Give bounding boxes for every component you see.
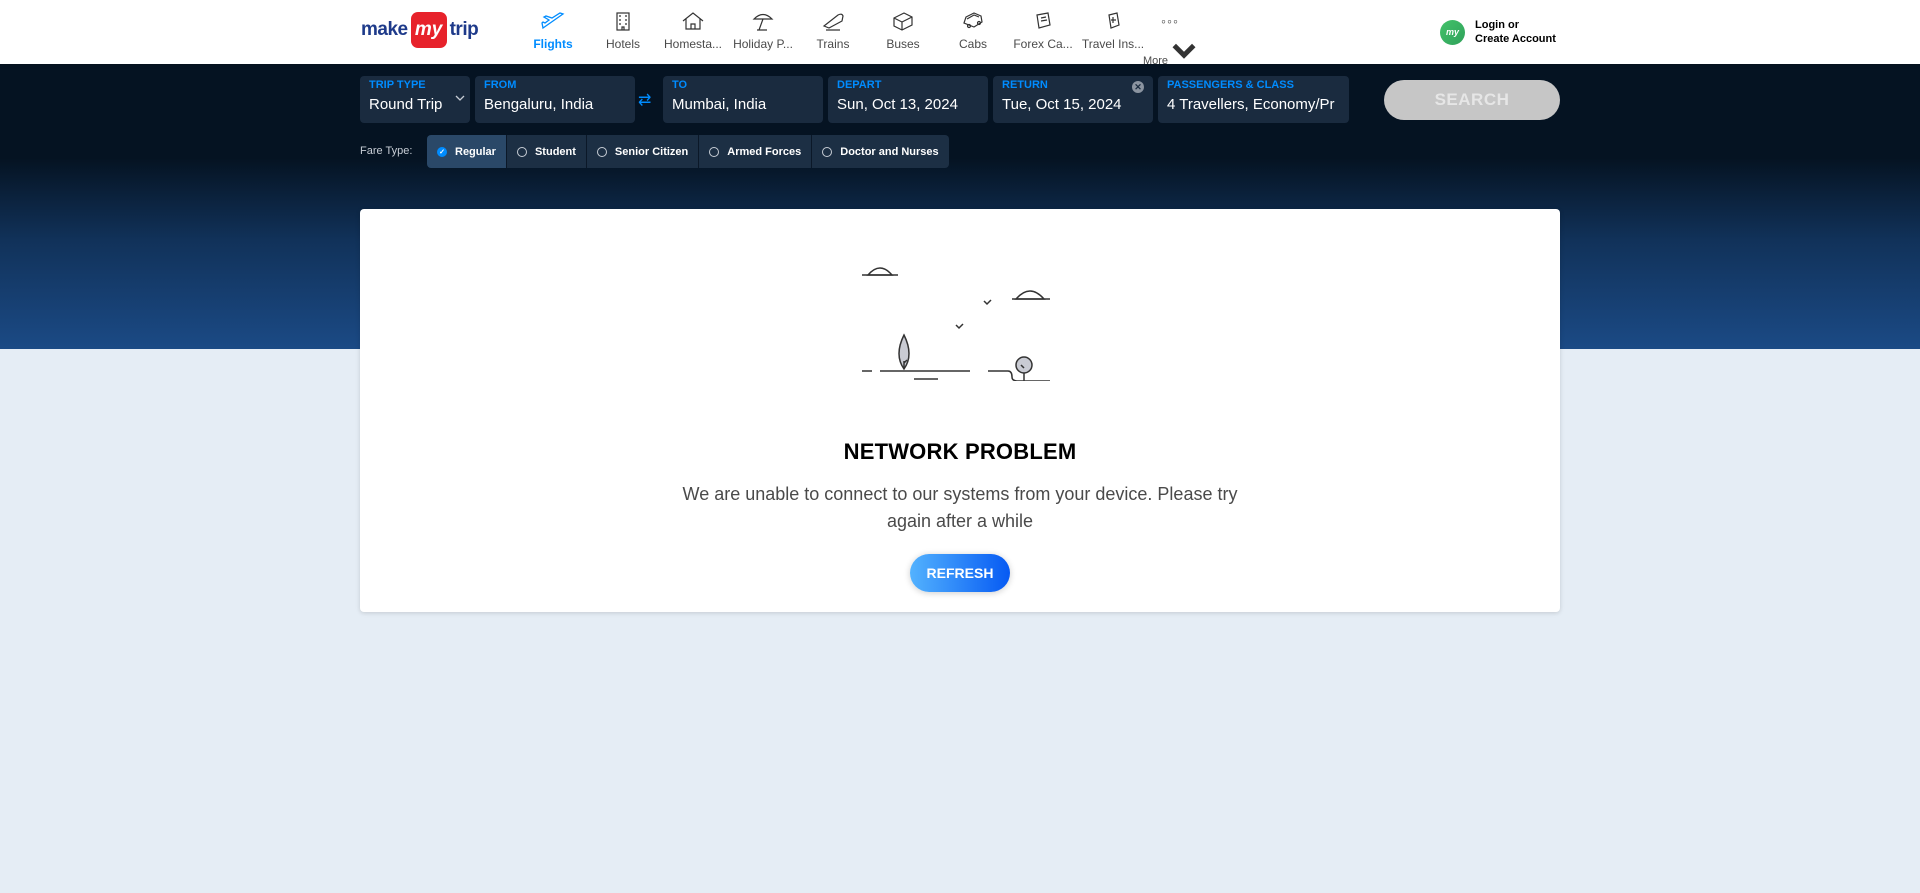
fare-option-senior-citizen[interactable]: Senior Citizen: [586, 135, 700, 168]
logo-text-my: my: [410, 12, 447, 48]
nav-item-more[interactable]: ◦◦◦ More: [1143, 0, 1196, 67]
nav-label: Hotels: [605, 37, 640, 51]
fare-option-regular[interactable]: ✓ Regular: [427, 135, 507, 168]
clear-return-icon[interactable]: ✕: [1132, 81, 1144, 93]
forex-card-icon: [1036, 12, 1051, 29]
to-city-field[interactable]: TO Mumbai, India: [663, 76, 823, 123]
chevron-down-icon: [455, 95, 465, 101]
field-label: RETURN: [1002, 79, 1048, 91]
refresh-button[interactable]: REFRESH: [910, 554, 1010, 592]
field-label: TO: [672, 79, 688, 91]
nav-label: Holiday P...: [733, 37, 793, 51]
chevron-down-icon: [1172, 43, 1196, 59]
fare-option-armed-forces[interactable]: Armed Forces: [699, 135, 813, 168]
nav-item-flights[interactable]: Flights: [518, 0, 588, 64]
more-label-wrap: More: [1143, 31, 1197, 67]
holiday-package-icon: [752, 13, 774, 31]
nav-item-holiday-packages[interactable]: Holiday P...: [728, 0, 798, 64]
radio-checked-icon: ✓: [437, 146, 447, 157]
field-label: TRIP TYPE: [369, 79, 426, 91]
fare-option-student[interactable]: Student: [506, 135, 587, 168]
train-icon: [822, 13, 844, 31]
error-title: NETWORK PROBLEM: [843, 439, 1077, 464]
return-date-field[interactable]: RETURN Tue, Oct 15, 2024 ✕: [993, 76, 1153, 123]
error-message: We are unable to connect to our systems …: [682, 484, 1238, 531]
fare-option-label: Doctor and Nurses: [840, 145, 939, 158]
fare-option-label: Senior Citizen: [614, 145, 689, 158]
swap-cities-icon[interactable]: ⇄: [638, 90, 651, 110]
nav-label: Cabs: [958, 37, 987, 51]
field-value: Round Trip: [369, 96, 443, 113]
travel-insurance-icon: [1108, 12, 1120, 29]
more-dots-icon: ◦◦◦: [1161, 13, 1179, 29]
fare-type-options: ✓ Regular Student Senior Citizen Armed F…: [427, 135, 949, 168]
field-value: Tue, Oct 15, 2024: [1002, 96, 1122, 113]
radio-icon: [516, 146, 527, 157]
field-value: Mumbai, India: [672, 96, 767, 113]
nav-label: Trains: [816, 37, 850, 51]
logo-text-trip: trip: [449, 19, 479, 40]
main-nav: Flights Hotels Homesta... Holiday P... T…: [518, 0, 1196, 67]
landscape-illustration: [862, 267, 1050, 381]
cab-icon: [963, 12, 983, 29]
fare-option-label: Armed Forces: [727, 145, 802, 158]
login-line-2: Create Account: [1475, 33, 1556, 45]
nav-label: Homesta...: [663, 37, 723, 51]
fare-option-label: Regular: [455, 145, 496, 158]
field-label: FROM: [484, 79, 517, 91]
nav-item-forex-card[interactable]: Forex Ca...: [1008, 0, 1078, 64]
makemytrip-logo[interactable]: make my trip: [361, 12, 479, 48]
login-button[interactable]: my Login or Create Account: [1440, 18, 1556, 46]
field-label: PASSENGERS & CLASS: [1167, 79, 1294, 91]
field-value: Sun, Oct 13, 2024: [837, 96, 958, 113]
nav-label: Travel Ins...: [1081, 37, 1145, 51]
from-city-field[interactable]: FROM Bengaluru, India: [475, 76, 635, 123]
nav-item-travel-insurance[interactable]: Travel Ins...: [1078, 0, 1148, 64]
nav-item-trains[interactable]: Trains: [798, 0, 868, 64]
passengers-class-field[interactable]: PASSENGERS & CLASS 4 Travellers, Economy…: [1158, 76, 1349, 123]
trip-type-dropdown[interactable]: TRIP TYPE Round Trip: [360, 76, 470, 123]
nav-item-hotels[interactable]: Hotels: [588, 0, 658, 64]
nav-label: Buses: [886, 37, 920, 51]
nav-label: Forex Ca...: [1013, 37, 1073, 51]
nav-item-homestays[interactable]: Homesta...: [658, 0, 728, 64]
field-label: DEPART: [837, 79, 882, 91]
homestay-icon: [682, 12, 704, 30]
login-text: Login or Create Account: [1475, 18, 1556, 46]
network-error-card: NETWORK PROBLEM We are unable to connect…: [360, 209, 1560, 612]
avatar-icon: my: [1440, 19, 1465, 45]
radio-icon: [709, 146, 720, 157]
fare-option-label: Student: [534, 145, 576, 158]
hotel-icon: [616, 12, 630, 31]
logo-text-make: make: [361, 19, 408, 40]
depart-date-field[interactable]: DEPART Sun, Oct 13, 2024: [828, 76, 988, 123]
nav-label: Flights: [533, 37, 573, 51]
flight-icon: [541, 12, 565, 30]
login-line-1: Login or: [1475, 19, 1519, 31]
search-button[interactable]: SEARCH: [1384, 80, 1560, 120]
radio-icon: [596, 146, 607, 157]
fare-option-doctor-nurses[interactable]: Doctor and Nurses: [812, 135, 949, 168]
radio-icon: [822, 146, 833, 157]
top-header: make my trip Flights Hotels Homesta... H…: [0, 0, 1920, 67]
nav-label: More: [1142, 55, 1168, 67]
bus-icon: [893, 12, 913, 31]
field-value: Bengaluru, India: [484, 96, 594, 113]
nav-item-cabs[interactable]: Cabs: [938, 0, 1008, 64]
field-value: 4 Travellers, Economy/Pr: [1167, 96, 1335, 113]
nav-item-buses[interactable]: Buses: [868, 0, 938, 64]
fare-type-label: Fare Type:: [360, 145, 413, 157]
